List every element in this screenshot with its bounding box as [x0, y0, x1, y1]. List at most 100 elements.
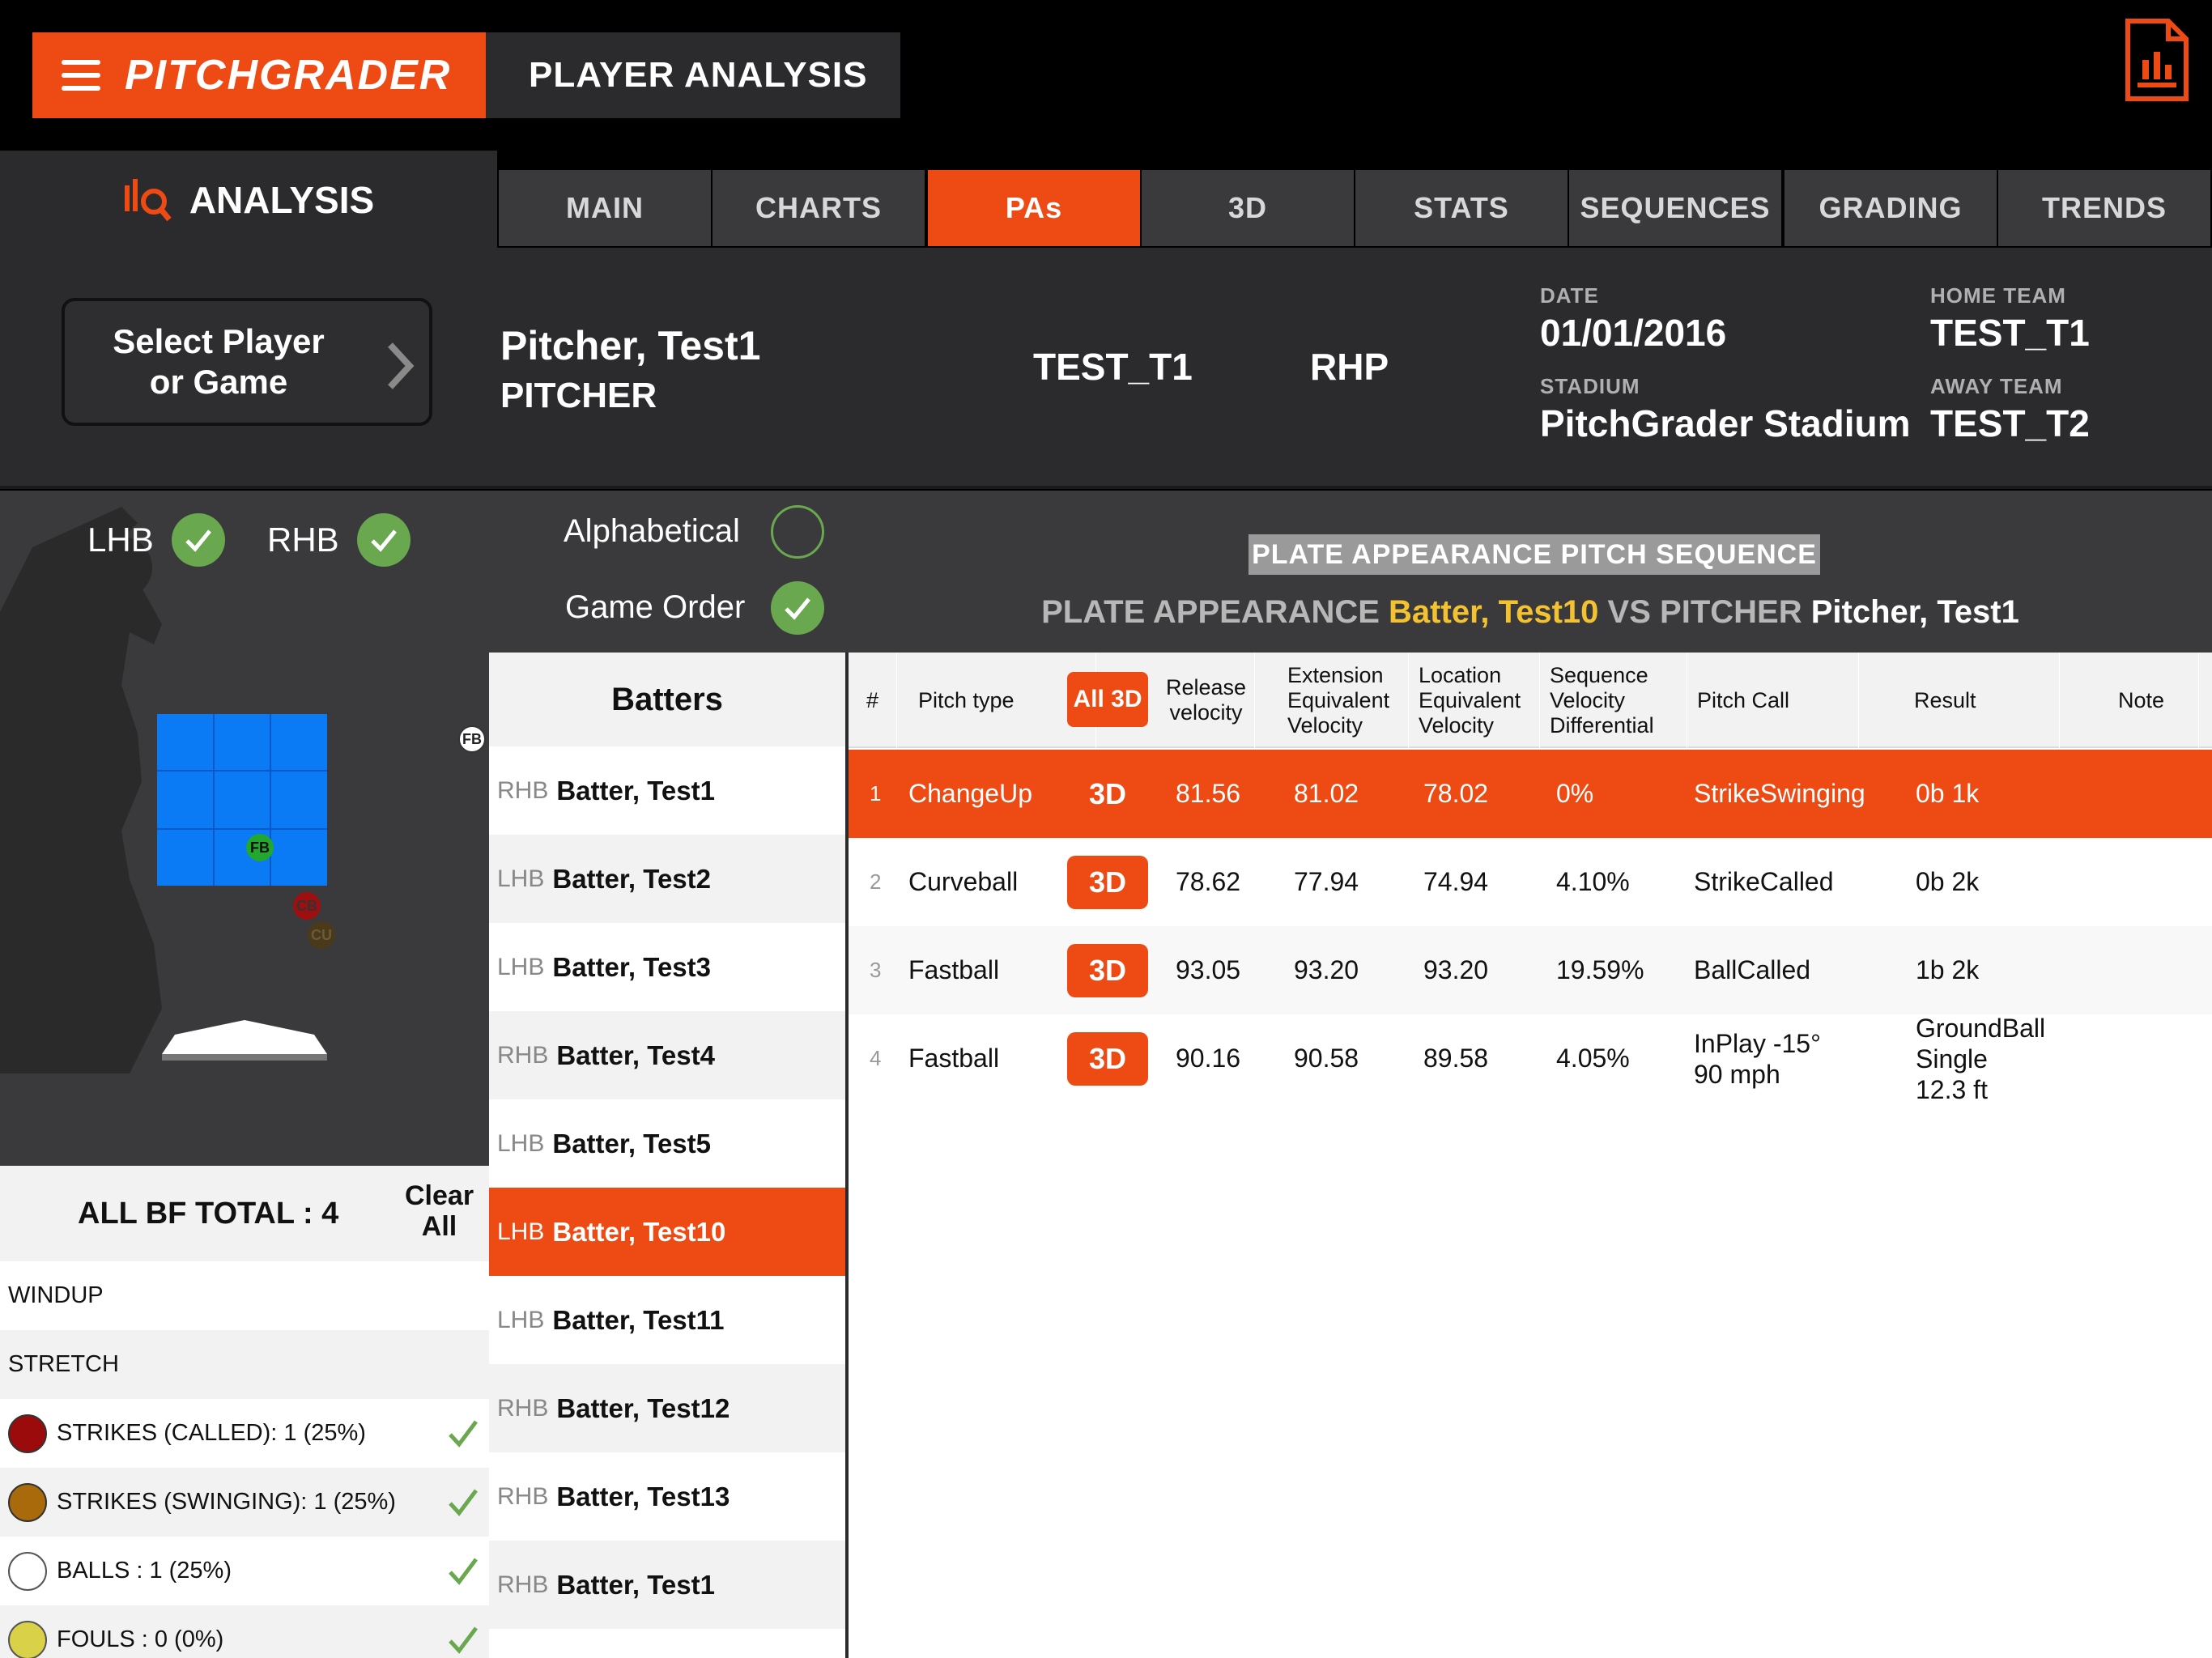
alphabetical-radio[interactable]: [771, 505, 824, 559]
sequence-differential: 19.59%: [1556, 955, 1644, 984]
select-player-label: Select Player or Game: [113, 322, 325, 401]
batter-name: Batter, Test3: [552, 951, 711, 982]
pitch-marker-cu[interactable]: CU: [308, 921, 335, 949]
tab-3d[interactable]: 3D: [1142, 170, 1354, 246]
tab-charts[interactable]: CHARTS: [713, 170, 925, 246]
tab-main[interactable]: MAIN: [499, 170, 711, 246]
balls-label: BALLS : 1 (25%): [57, 1558, 232, 1584]
strikes-called-filter[interactable]: STRIKES (CALLED): 1 (25%): [0, 1399, 489, 1468]
pitch-type: ChangeUp: [908, 779, 1032, 808]
view-3d-button[interactable]: 3D: [1067, 1032, 1148, 1086]
pitch-sequence-table: # Pitch type All 3D Release velocity Ext…: [849, 653, 2212, 1658]
batter-row-selected[interactable]: LHB Batter, Test10: [489, 1188, 845, 1276]
batter-name: Batter, Test11: [552, 1304, 725, 1335]
sequence-title: PLATE APPEARANCE PITCH SEQUENCE: [1249, 534, 1820, 575]
rhb-label: RHB: [267, 521, 339, 559]
col-number: #: [849, 653, 897, 748]
pitch-row[interactable]: 4 Fastball 3D 90.16 90.58 89.58 4.05% In…: [849, 1014, 2212, 1104]
stretch-label: STRETCH: [8, 1351, 119, 1377]
batters-list: Batters RHB Batter, Test1 LHB Batter, Test…: [489, 653, 849, 1658]
strikes-swinging-dot-icon: [8, 1482, 47, 1522]
subtitle-pitcher: Pitcher, Test1: [1810, 594, 2019, 630]
windup-filter[interactable]: WINDUP: [0, 1261, 489, 1330]
tab-sequences[interactable]: SEQUENCES: [1569, 170, 1781, 246]
game-order-radio[interactable]: [771, 581, 824, 635]
strike-zone-grid[interactable]: [157, 714, 327, 886]
fouls-filter[interactable]: FOULS : 0 (0%): [0, 1605, 489, 1658]
batter-name: Batter, Test2: [552, 863, 711, 894]
bf-total-label: ALL BF TOTAL : 4: [78, 1197, 339, 1231]
pitch-call: StrikeSwinging: [1694, 779, 1865, 808]
balls-filter[interactable]: BALLS : 1 (25%): [0, 1537, 489, 1605]
release-velocity: 81.56: [1176, 779, 1241, 808]
batter-order-panel: Alphabetical Game Order: [489, 491, 849, 653]
subtitle-vs-label: VS PITCHER: [1607, 594, 1802, 630]
game-order-label: Game Order: [565, 589, 746, 625]
pitch-result: 0b 1k: [1916, 779, 1980, 808]
col-note: Note: [2118, 653, 2199, 748]
bf-total-row: ALL BF TOTAL : 4 Clear All: [0, 1166, 489, 1261]
hamburger-menu-icon[interactable]: [62, 60, 100, 91]
bf-stats-panel: ALL BF TOTAL : 4 Clear All WINDUP STRETC…: [0, 1166, 489, 1658]
player-name: Pitcher, Test1: [500, 323, 761, 368]
analysis-title: ANALYSIS: [189, 179, 375, 221]
location-velocity: 78.02: [1423, 779, 1489, 808]
batter-row[interactable]: LHB Batter, Test2: [489, 835, 845, 923]
away-team-label: AWAY TEAM: [1930, 374, 2063, 398]
batter-row[interactable]: RHB Batter, Test1: [489, 1541, 845, 1629]
home-team-label: HOME TEAM: [1930, 283, 2066, 308]
strikes-called-dot-icon: [8, 1414, 47, 1453]
batter-name: Batter, Test5: [552, 1128, 711, 1158]
tab-trends[interactable]: TRENDS: [1998, 170, 2210, 246]
fouls-label: FOULS : 0 (0%): [57, 1626, 224, 1652]
all-3d-button[interactable]: All 3D: [1067, 672, 1148, 727]
pitch-row-selected[interactable]: 1 ChangeUp 3D 81.56 81.02 78.02 0% Strik…: [849, 750, 2212, 838]
pitch-call: StrikeCalled: [1694, 867, 1834, 896]
pitch-number: 4: [870, 1046, 882, 1070]
batter-row[interactable]: RHB Batter, Test13: [489, 1452, 845, 1541]
clear-all-button[interactable]: Clear All: [405, 1180, 474, 1242]
fouls-dot-icon: [8, 1620, 47, 1658]
rhb-toggle[interactable]: RHB: [267, 513, 410, 567]
location-velocity: 74.94: [1423, 867, 1489, 896]
strikes-swinging-filter[interactable]: STRIKES (SWINGING): 1 (25%): [0, 1468, 489, 1537]
game-info-bar: Select Player or Game Pitcher, Test1 PIT…: [0, 248, 2212, 489]
check-icon: [449, 1489, 478, 1516]
page-title-box: PLAYER ANALYSIS: [486, 32, 900, 118]
batter-row[interactable]: RHB Batter, Test4: [489, 1011, 845, 1099]
batter-row[interactable]: RHB Batter, Test12: [489, 1364, 845, 1452]
view-3d-button[interactable]: 3D: [1067, 767, 1148, 821]
pitch-row[interactable]: 3 Fastball 3D 93.05 93.20 93.20 19.59% B…: [849, 926, 2212, 1014]
select-player-button[interactable]: Select Player or Game: [62, 298, 432, 426]
extension-velocity: 77.94: [1294, 867, 1359, 896]
lhb-toggle[interactable]: LHB: [87, 513, 225, 567]
tab-grading[interactable]: GRADING: [1784, 170, 1997, 246]
tab-pas[interactable]: PAs: [928, 170, 1140, 246]
stretch-filter[interactable]: STRETCH: [0, 1330, 489, 1399]
extension-velocity: 90.58: [1294, 1044, 1359, 1073]
pitch-type: Curveball: [908, 867, 1019, 896]
pitch-marker-fb[interactable]: FB: [246, 834, 274, 861]
pitch-marker-fb-outside[interactable]: FB: [458, 725, 486, 753]
view-3d-button[interactable]: 3D: [1067, 944, 1148, 997]
batter-hand: RHB: [497, 1571, 549, 1598]
page-title: PLAYER ANALYSIS: [529, 55, 868, 95]
batter-hand: LHB: [497, 865, 545, 892]
batter-row[interactable]: LHB Batter, Test3: [489, 923, 845, 1011]
batter-row[interactable]: LHB Batter, Test11: [489, 1276, 845, 1364]
check-icon: [449, 1626, 478, 1654]
pitch-row[interactable]: 2 Curveball 3D 78.62 77.94 74.94 4.10% S…: [849, 838, 2212, 926]
batter-row[interactable]: RHB Batter, Test1: [489, 746, 845, 835]
pitch-marker-cb[interactable]: CB: [293, 892, 321, 920]
date-label: DATE: [1540, 283, 1599, 308]
report-icon[interactable]: [2125, 18, 2189, 102]
batter-row[interactable]: LHB Batter, Test5: [489, 1099, 845, 1188]
col-release-velocity: Release velocity: [1158, 653, 1255, 748]
batter-hand: LHB: [497, 1218, 545, 1245]
batter-name: Batter, Test13: [556, 1481, 730, 1511]
batter-hand: RHB: [497, 776, 549, 804]
col-location-velocity: Location Equivalent Velocity: [1419, 653, 1540, 748]
tab-stats[interactable]: STATS: [1355, 170, 1568, 246]
release-velocity: 78.62: [1176, 867, 1241, 896]
view-3d-button[interactable]: 3D: [1067, 856, 1148, 909]
